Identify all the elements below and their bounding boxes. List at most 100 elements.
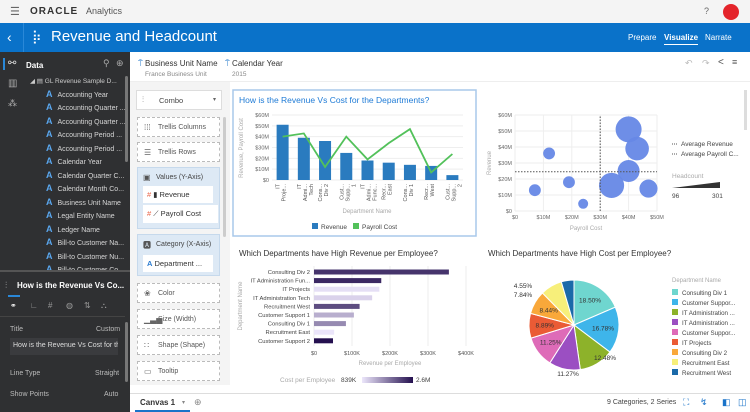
y-tick-label: $60M	[255, 113, 269, 119]
chevron-down-icon: ▾	[182, 400, 186, 406]
legend-item: IT Administration ...	[682, 320, 735, 327]
combo-chart-title: How is the Revenue Vs Cost for the Depar…	[239, 95, 430, 105]
slice-label: 12.48%	[594, 355, 616, 362]
canvas-tab-label: Canvas 1	[140, 398, 176, 407]
pie-legend: Consulting Div 1 Customer Suppor... IT Adm…	[672, 289, 736, 377]
legend-swatch	[672, 329, 678, 335]
slice-label: 4.55%	[514, 283, 533, 290]
legend-swatch	[672, 309, 678, 315]
revenue-per-employee-bar	[314, 321, 346, 327]
revenue-bar	[276, 124, 289, 180]
revenue-per-employee-bar	[314, 286, 380, 292]
x-tick-label: $200K	[382, 351, 398, 357]
revenue-per-employee-bar	[314, 303, 360, 309]
y-tick-label: $60M	[498, 113, 512, 119]
headcount-legend-title: Headcount	[672, 173, 704, 180]
scatter-chart: $0$10M$20M$30M$40M$50M$60M$0 $10M $20M $30M…	[498, 113, 664, 221]
pie-legend-title: Department Name	[672, 278, 722, 284]
y-tick-label: $30M	[255, 146, 269, 152]
x-tick-label: 2	[457, 184, 463, 187]
y-tick-label: $0	[263, 178, 269, 184]
legend-item: Recruitment West	[682, 370, 731, 377]
y-tick-label: $50M	[498, 129, 512, 135]
revenue-per-employee-bar	[314, 269, 449, 275]
bubble	[598, 172, 625, 198]
cost-legend-max: 2.6M	[416, 377, 430, 384]
right-panel-toggle-icon[interactable]: ◫	[738, 397, 747, 408]
revenue-per-employee-bar	[314, 338, 333, 344]
cost-legend-min: 839K	[341, 377, 357, 384]
x-tick-label: Tech	[309, 184, 315, 196]
bubble	[543, 147, 556, 160]
legend-item: IT Administration ...	[682, 310, 735, 317]
y-tick-label: IT Administration Tech	[253, 296, 310, 302]
x-tick-label: $50M	[650, 215, 664, 221]
revenue-per-employee-bar	[314, 295, 373, 301]
y-tick-label: Customer Support 1	[258, 313, 310, 319]
left-panel-toggle-icon[interactable]: ◧	[722, 397, 731, 408]
x-tick-label: West	[430, 184, 436, 197]
refresh-icon[interactable]: ↯	[700, 397, 708, 408]
pie-chart: 18.50% 16.78% 12.48% 11.27% 11.25% 8.89% 8.44%…	[514, 279, 620, 378]
legend-payroll-cost[interactable]: Payroll Cost	[362, 224, 397, 231]
legend-item: Consulting Div 1	[682, 290, 728, 297]
y-tick-label: IT Projects	[282, 287, 310, 293]
x-tick-label: $400K	[458, 351, 474, 357]
revenue-bar	[297, 137, 310, 180]
legend-item: Customer Suppor...	[682, 330, 736, 337]
canvas-tab-bar: Canvas 1 ▾ ⊕ 9 Categories, 2 Series ⛶ ↯ …	[130, 393, 750, 412]
combo-x-axis-title: Department Name	[342, 209, 392, 215]
legend-average-payroll: Average Payroll C...	[681, 151, 739, 158]
bubble	[528, 184, 541, 197]
x-tick-label: $100K	[344, 351, 360, 357]
cost-legend-title: Cost per Employee	[280, 377, 336, 384]
legend-average-revenue: Average Revenue	[681, 141, 733, 148]
slice-label: 8.89%	[536, 323, 555, 330]
y-tick-label: $40M	[498, 145, 512, 151]
slice-label: 18.50%	[579, 298, 601, 305]
legend-swatch	[672, 319, 678, 325]
y-tick-label: $20M	[255, 156, 269, 162]
bubble	[639, 179, 658, 198]
legend-item: Consulting Div 2	[682, 350, 728, 357]
y-tick-label: $40M	[255, 135, 269, 141]
revenue-bar	[382, 162, 395, 180]
y-tick-label: Customer Support 2	[258, 339, 310, 345]
auto-apply-icon[interactable]: ⛶	[683, 397, 689, 408]
y-tick-label: $10M	[255, 167, 269, 173]
hbar-y-axis-title: Department Name	[238, 281, 244, 331]
revenue-bar	[361, 160, 374, 180]
x-tick-label: $40M	[622, 215, 636, 221]
legend-revenue[interactable]: Revenue	[321, 224, 347, 231]
y-tick-label: IT Administration Fun...	[251, 279, 311, 285]
headcount-size-wedge	[672, 182, 720, 188]
legend-swatch-revenue	[312, 223, 318, 229]
revenue-per-employee-bar	[314, 329, 335, 335]
scatter-y-axis-title: Revenue	[487, 150, 493, 175]
canvas-tab[interactable]: Canvas 1 ▾	[135, 394, 190, 412]
slice-label: 16.78%	[592, 325, 614, 332]
legend-item: IT Projects	[682, 340, 711, 347]
pie-chart-title: Which Departments have High Cost per Emp…	[488, 249, 672, 258]
y-tick-label: Consulting Div 2	[268, 270, 310, 276]
slice-label: 11.25%	[540, 340, 562, 347]
x-tick-label: 1	[351, 184, 357, 187]
legend-item: Customer Suppor...	[682, 300, 736, 307]
legend-swatch	[672, 349, 678, 355]
add-canvas-icon[interactable]: ⊕	[194, 397, 202, 408]
legend-swatch	[672, 339, 678, 345]
revenue-per-employee-bar	[314, 278, 382, 284]
x-tick-label: $20M	[565, 215, 579, 221]
headcount-min: 96	[672, 193, 680, 200]
canvas-scrollbar[interactable]	[744, 90, 747, 130]
y-tick-label: $20M	[498, 177, 512, 183]
cost-color-gradient	[362, 377, 413, 383]
y-tick-label: Consulting Div 1	[268, 322, 310, 328]
revenue-per-employee-bar	[314, 312, 354, 318]
y-tick-label: $10M	[498, 193, 512, 199]
x-tick-label: $300K	[420, 351, 436, 357]
x-tick-label: Proje...	[282, 184, 288, 202]
bubble	[578, 198, 589, 209]
canvas: How is the Revenue Vs Cost for the Depar…	[232, 89, 747, 384]
status-text: 9 Categories, 2 Series	[607, 399, 677, 406]
